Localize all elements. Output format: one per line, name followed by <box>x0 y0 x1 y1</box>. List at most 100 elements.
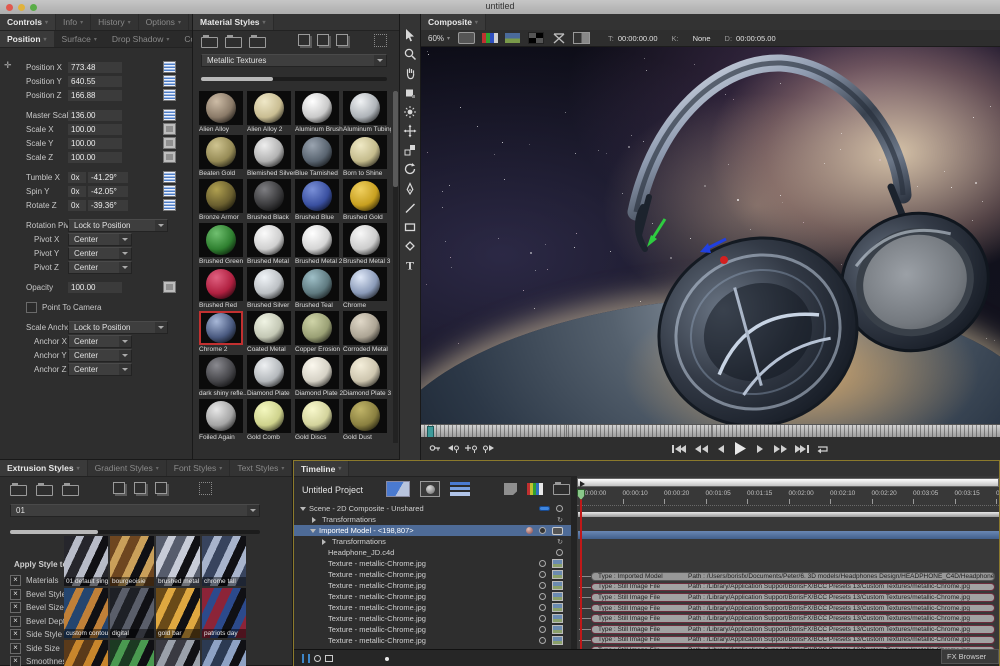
tab-material-styles[interactable]: Material Styles ▾ <box>193 14 274 30</box>
material-category-select[interactable]: Metallic Textures <box>201 54 387 67</box>
material-thumbnail[interactable] <box>295 135 339 169</box>
material-thumbnail[interactable] <box>343 311 387 345</box>
refresh-icon[interactable]: ↻ <box>557 538 563 546</box>
tab-position[interactable]: Position▾ <box>0 31 55 47</box>
tab-controls[interactable]: Controls▾ <box>0 14 56 30</box>
value-field[interactable]: -41.29° <box>88 172 128 183</box>
open-folder-icon[interactable] <box>36 485 53 496</box>
copy-style-icon[interactable] <box>317 34 329 46</box>
material-item[interactable]: Alien Alloy <box>199 91 247 135</box>
dot-icon[interactable] <box>539 571 546 578</box>
playhead-line[interactable] <box>580 489 582 649</box>
checkerboard-icon[interactable] <box>527 32 544 44</box>
extrusion-thumbnail[interactable]: custom contour <box>64 588 108 638</box>
parameter-select[interactable]: Lock to Position <box>68 219 168 232</box>
pen-tool[interactable] <box>402 182 418 196</box>
material-scrollbar-handle[interactable] <box>393 91 398 187</box>
extrusion-thumbnail[interactable]: 01 default singl... <box>64 536 108 586</box>
material-item[interactable]: Foiled Again <box>199 399 247 443</box>
material-item[interactable]: Brushed Metal 2 <box>295 223 343 267</box>
value-field[interactable]: 136.00 <box>68 110 122 121</box>
material-thumbnail[interactable] <box>199 311 243 345</box>
material-thumbnail[interactable] <box>247 179 291 213</box>
key-icon[interactable] <box>429 443 441 454</box>
fast-forward-button[interactable] <box>772 443 788 455</box>
tab-surface[interactable]: Surface▾ <box>55 31 105 47</box>
material-thumbnail[interactable] <box>343 91 387 125</box>
track-bar[interactable]: Type : Still Image FilePath : /Library/A… <box>591 625 995 634</box>
keyframe-toggle-icon[interactable] <box>163 109 176 121</box>
dot-icon[interactable] <box>539 560 546 567</box>
material-thumbnail[interactable] <box>295 399 339 433</box>
copy-style-icon[interactable] <box>134 482 146 494</box>
shape-tool[interactable] <box>402 86 418 100</box>
dot-icon[interactable] <box>539 593 546 600</box>
select-tool[interactable] <box>402 28 418 42</box>
rewind-button[interactable] <box>693 443 709 455</box>
material-thumbnail[interactable] <box>199 179 243 213</box>
link-icon[interactable] <box>552 527 563 535</box>
viewer-zoom-caret-icon[interactable]: ▾ <box>447 35 450 42</box>
ellipse-tool[interactable] <box>402 239 418 253</box>
parameter-select[interactable]: Center <box>68 261 132 274</box>
closed-folder-icon[interactable] <box>62 485 79 496</box>
tab-info[interactable]: Info▾ <box>56 14 91 30</box>
viewer-zoom-value[interactable]: 60% <box>428 34 444 43</box>
timeline-tracks[interactable]: 00:00:0000:00:1000:00:2000:01:0500:01:15… <box>577 476 999 649</box>
track-bar[interactable]: Type : Still Image FilePath : /Library/A… <box>591 604 995 613</box>
fx-browser-button[interactable]: FX Browser <box>941 649 999 664</box>
material-item[interactable]: Brushed Red <box>199 267 247 311</box>
material-item[interactable]: Brushed Black <box>247 179 295 223</box>
import-folder-icon[interactable] <box>553 484 570 495</box>
dot-icon[interactable] <box>539 637 546 644</box>
keyframe-toggle-icon[interactable] <box>163 89 176 101</box>
material-thumbnail[interactable] <box>199 223 243 257</box>
material-scrollbar[interactable] <box>393 91 398 443</box>
tab-options[interactable]: Options▾ <box>139 14 189 30</box>
extrusion-thumbnail[interactable]: bourgeoisie <box>110 536 154 586</box>
value-field[interactable]: 100.00 <box>68 282 122 293</box>
keyframe-toggle-icon[interactable] <box>163 75 176 87</box>
dot-icon[interactable] <box>539 527 546 534</box>
image-icon[interactable] <box>552 625 563 634</box>
material-thumbnail[interactable] <box>247 91 291 125</box>
material-item[interactable]: Diamond Plate 2 <box>295 355 343 399</box>
parameter-select[interactable]: Center <box>68 233 132 246</box>
keyframe-toggle-icon[interactable] <box>163 137 176 149</box>
selection-options-icon[interactable] <box>199 482 212 495</box>
image-icon[interactable] <box>552 559 563 568</box>
rotate-tool[interactable] <box>402 162 418 176</box>
material-thumbnail[interactable] <box>343 223 387 257</box>
value-field[interactable]: 166.88 <box>68 90 122 101</box>
extrusion-thumbnail[interactable] <box>110 640 154 666</box>
tree-row[interactable]: Texture - metallic-Chrome.jpg <box>294 591 571 602</box>
apply-style-icon[interactable] <box>298 34 310 46</box>
extrusion-preset-select[interactable]: 01 <box>10 504 260 517</box>
material-item[interactable]: Brushed Teal <box>295 267 343 311</box>
material-item[interactable]: Chrome <box>343 267 391 311</box>
apply-style-icon[interactable] <box>113 482 125 494</box>
revolutions-field[interactable]: 0x <box>68 186 86 197</box>
swap-style-icon[interactable] <box>155 482 167 494</box>
split-view-icon[interactable] <box>573 32 590 44</box>
material-thumbnail[interactable] <box>295 311 339 345</box>
switch-icon[interactable] <box>539 506 550 511</box>
add-keyframe-icon[interactable] <box>465 443 477 454</box>
tree-row[interactable]: Scene - 2D Composite - Unshared <box>294 503 571 514</box>
image-icon[interactable] <box>552 581 563 590</box>
material-item[interactable]: Brushed Blue <box>295 179 343 223</box>
extrusion-thumbnail[interactable]: digital <box>110 588 154 638</box>
material-thumbnail[interactable] <box>295 223 339 257</box>
tab-composite[interactable]: Composite▾ <box>177 31 192 47</box>
loop-button[interactable] <box>816 443 832 455</box>
point-to-camera-checkbox[interactable] <box>26 302 37 313</box>
next-keyframe-icon[interactable] <box>483 443 495 454</box>
material-thumbnail[interactable] <box>343 267 387 301</box>
material-item[interactable]: Bronze Armor <box>199 179 247 223</box>
disclosure-closed-icon[interactable] <box>312 517 319 523</box>
tab-composite[interactable]: Composite ▾ <box>421 14 486 30</box>
composite-view-icon[interactable] <box>386 481 410 497</box>
image-preview-icon[interactable] <box>504 32 521 44</box>
material-item[interactable]: Brushed Metal 3 <box>343 223 391 267</box>
material-thumbnail[interactable] <box>343 179 387 213</box>
